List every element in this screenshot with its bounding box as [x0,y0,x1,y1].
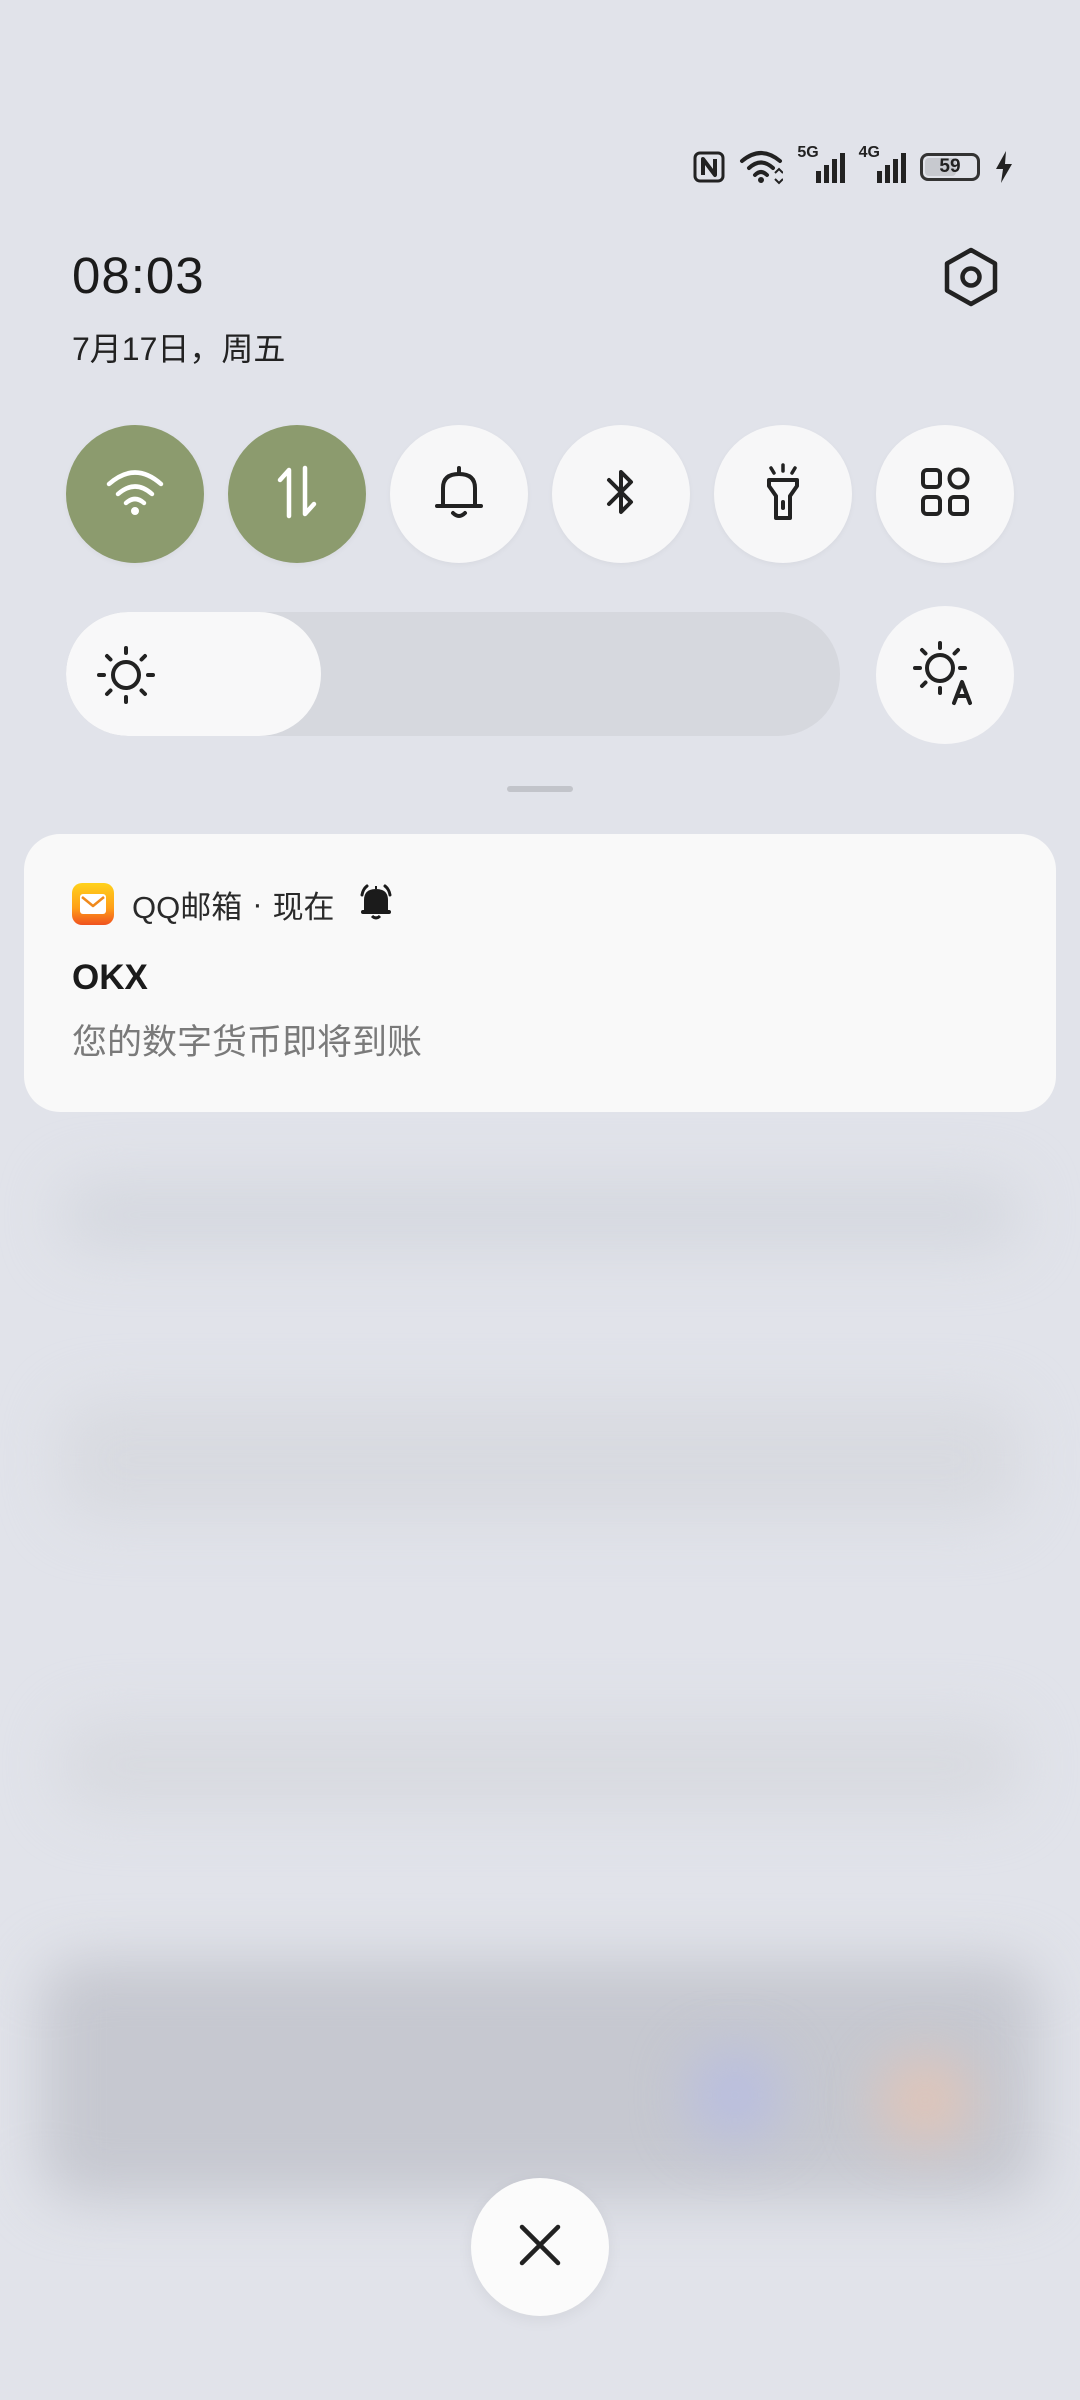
more-tiles-tile[interactable] [876,425,1014,563]
gear-icon [941,247,1001,312]
wifi-tile[interactable] [66,425,204,563]
notification-card[interactable]: QQ邮箱 · 现在 OKX 您的数字货币即将到账 [24,834,1056,1112]
signal-5g-icon: 5G [797,145,845,183]
grid-icon [919,466,971,523]
sun-icon [96,645,156,705]
nfc-icon [693,151,725,183]
battery-icon: 59 [920,153,980,181]
clear-all-button[interactable] [471,2178,609,2316]
settings-button[interactable] [936,244,1006,314]
panel-drag-handle[interactable] [507,786,573,792]
notification-time: 现在 [272,889,335,925]
net-4g-label: 4G [858,144,880,161]
bluetooth-icon [601,464,641,525]
notification-title: OKX [72,958,148,997]
qq-mail-app-icon [72,883,114,925]
auto-brightness-button[interactable] [876,606,1014,744]
quick-settings-tiles [66,425,1014,563]
close-icon [517,2222,563,2273]
clock: 08:03 [72,247,205,304]
notification-header: QQ邮箱 · 现在 [72,882,395,926]
signal-4g-icon: 4G [859,145,906,183]
alarm-bell-icon [357,883,395,926]
bluetooth-tile[interactable] [552,425,690,563]
brightness-slider[interactable] [66,612,840,736]
notification-body: 您的数字货币即将到账 [72,1023,423,1062]
ring-mode-tile[interactable] [390,425,528,563]
charging-icon [994,150,1014,184]
net-5g-label: 5G [797,144,819,161]
battery-level: 59 [939,156,961,177]
wifi-icon [105,467,165,522]
wifi-icon [739,149,784,185]
data-transfer-icon [272,464,322,525]
notification-app-name: QQ邮箱 [132,889,243,925]
mobile-data-tile[interactable] [228,425,366,563]
flashlight-icon [761,462,805,527]
notification-separator: · [252,886,263,921]
auto-brightness-icon [912,640,978,711]
date: 7月17日，周五 [72,331,286,367]
bell-icon [433,464,485,525]
status-bar: 5G 4G 59 [693,140,1014,194]
flashlight-tile[interactable] [714,425,852,563]
